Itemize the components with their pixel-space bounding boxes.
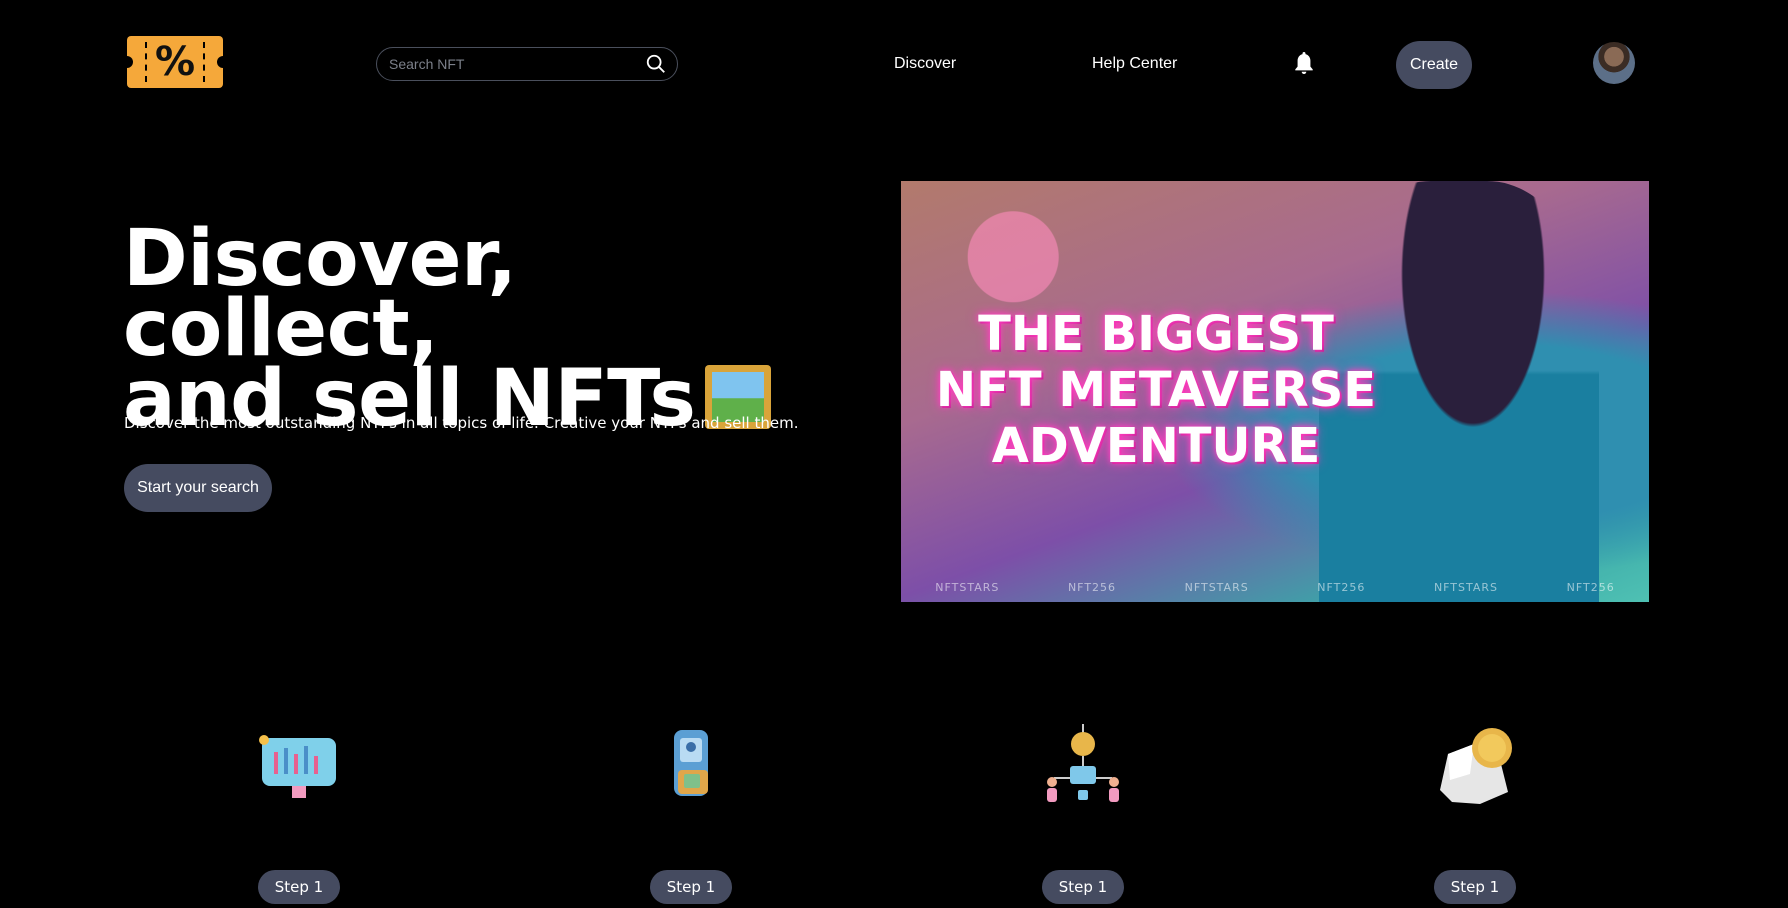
phone-wallet-icon [674,730,708,796]
hero-title: Discover, collect, and sell NFTs [123,220,803,438]
step-card: Step 1 [239,720,359,904]
nav-help-center[interactable]: Help Center [1092,55,1177,73]
banner-watermark: NFT256 [1067,581,1117,594]
step-button[interactable]: Step 1 [650,870,732,904]
banner-line2: NFT METAVERSE [935,362,1377,418]
banner-headline: THE BIGGEST NFT METAVERSE ADVENTURE [921,306,1391,474]
banner-watermarks: NFTSTARS NFT256 NFTSTARS NFT256 NFTSTARS… [901,581,1649,594]
banner-watermark: NFT256 [1566,581,1615,594]
logo[interactable]: % [127,36,223,88]
start-search-button[interactable]: Start your search [124,464,272,512]
step-button[interactable]: Step 1 [1434,870,1516,904]
search-input[interactable] [387,55,645,73]
logo-dash-left [145,42,147,82]
bell-icon[interactable] [1293,50,1315,76]
banner-line3: ADVENTURE [991,418,1321,474]
banner-line1: THE BIGGEST [978,306,1334,362]
hero-banner: THE BIGGEST NFT METAVERSE ADVENTURE NFTS… [901,181,1649,602]
logo-dash-right [203,42,205,82]
banner-watermark: NFTSTARS [1184,581,1249,594]
step-button[interactable]: Step 1 [258,870,340,904]
crypto-network-icon [1047,724,1119,802]
banner-watermark: NFT256 [1317,581,1366,594]
search-bar[interactable] [376,47,678,81]
step-button[interactable]: Step 1 [1042,870,1124,904]
chart-monitor-icon [259,735,336,798]
step-card: Step 1 [1023,720,1143,904]
hero-title-line1: Discover, collect, [123,214,517,374]
logo-percent-icon: % [154,39,196,85]
search-icon[interactable] [645,53,667,75]
step-card: Step 1 [1415,720,1535,904]
coin-rock-icon [1440,728,1512,804]
nav-discover[interactable]: Discover [894,55,956,73]
create-button[interactable]: Create [1396,41,1472,89]
hero-subtitle: Discover the most outstanding NTFs in al… [124,414,799,432]
step-card: Step 1 [631,720,751,904]
avatar[interactable] [1593,42,1635,84]
banner-watermark: NFTSTARS [1433,581,1499,594]
banner-watermark: NFTSTARS [935,581,1000,594]
